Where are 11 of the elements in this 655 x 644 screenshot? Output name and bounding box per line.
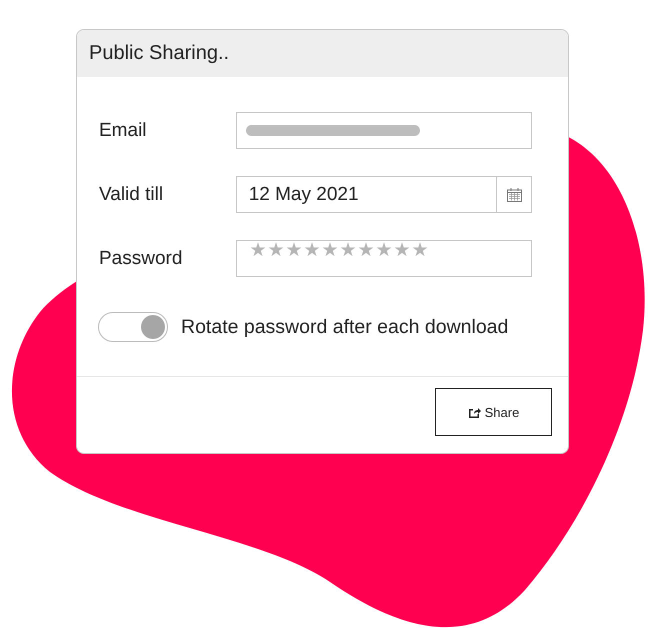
toggle-switch[interactable]: [98, 312, 168, 342]
field-label: Password: [99, 248, 184, 270]
share-icon: [468, 406, 481, 418]
email-field[interactable]: [236, 112, 532, 149]
date-field[interactable]: 12 May 2021: [236, 176, 532, 213]
dialog-title: Public Sharing..: [77, 30, 568, 77]
field-label: Valid till: [99, 184, 164, 206]
toggle-label: Rotate password after each download: [181, 316, 508, 338]
calendar-icon[interactable]: [506, 188, 522, 202]
share-button[interactable]: Share: [435, 388, 552, 436]
field-label: Email: [99, 120, 148, 142]
